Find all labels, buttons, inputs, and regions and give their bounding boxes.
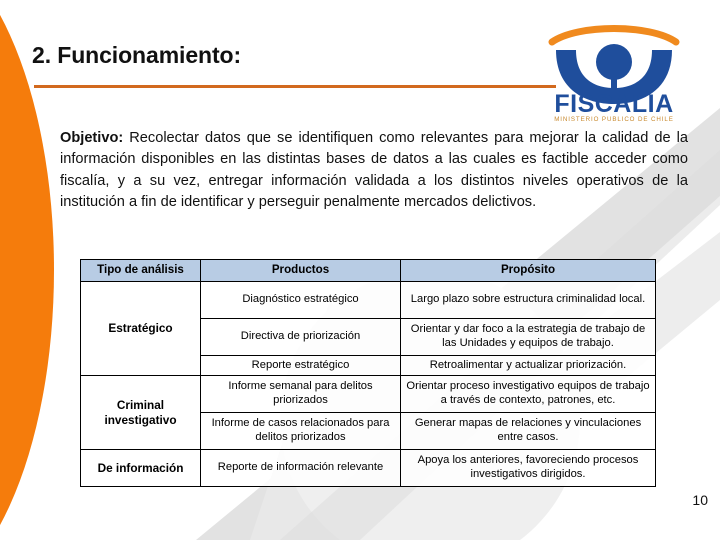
- slide-canvas: 2. Funcionamiento: . FISCALIA MINISTERIO…: [0, 0, 720, 540]
- table-row: De información Reporte de información re…: [80, 449, 656, 487]
- cell-producto: Reporte estratégico: [200, 355, 401, 376]
- table-row: Estratégico Diagnóstico estratégico Larg…: [80, 281, 656, 376]
- column-header-proposito: Propósito: [400, 259, 656, 282]
- cell-producto: Informe de casos relacionados para delit…: [200, 412, 401, 450]
- fiscalia-logo: . FISCALIA MINISTERIO PUBLICO DE CHILE: [548, 25, 680, 122]
- page-number: 10: [692, 492, 708, 508]
- cell-proposito: Orientar y dar foco a la estrategia de t…: [400, 318, 656, 356]
- cell-proposito: Generar mapas de relaciones y vinculacio…: [400, 412, 656, 450]
- column-header-tipo: Tipo de análisis: [80, 259, 201, 282]
- cell-producto: Reporte de información relevante: [200, 449, 401, 487]
- page-title: 2. Funcionamiento:: [32, 42, 242, 68]
- row-group-label-criminal-investigativo: Criminal investigativo: [80, 375, 201, 450]
- objective-body-text: Recolectar datos que se identifiquen com…: [60, 130, 688, 211]
- title-underline-rule: [34, 85, 556, 88]
- objective-lead-label: Objetivo:: [60, 130, 124, 146]
- cell-proposito: Apoya los anteriores, favoreciendo proce…: [400, 449, 656, 487]
- cell-producto: Diagnóstico estratégico: [200, 281, 401, 319]
- cell-proposito: Orientar proceso investigativo equipos d…: [400, 375, 656, 413]
- analysis-products-table: Tipo de análisis Productos Propósito Est…: [80, 259, 656, 487]
- cell-producto: Directiva de priorización: [200, 318, 401, 356]
- table-row: Criminal investigativo Informe semanal p…: [80, 375, 656, 450]
- objective-paragraph: Objetivo: Recolectar datos que se identi…: [60, 128, 688, 214]
- logo-wordmark: FISCALIA: [554, 90, 673, 118]
- row-group-label-de-informacion: De información: [80, 449, 201, 487]
- logo-tagline: MINISTERIO PUBLICO DE CHILE: [554, 116, 674, 122]
- cell-producto: Informe semanal para delitos priorizados: [200, 375, 401, 413]
- table-header-row: Tipo de análisis Productos Propósito: [80, 259, 656, 282]
- cell-proposito: Retroalimentar y actualizar priorización…: [400, 355, 656, 376]
- row-group-label-estrategico: Estratégico: [80, 281, 201, 376]
- orange-crescent-decoration: [0, 0, 54, 540]
- column-header-productos: Productos: [200, 259, 401, 282]
- cell-proposito: Largo plazo sobre estructura criminalida…: [400, 281, 656, 319]
